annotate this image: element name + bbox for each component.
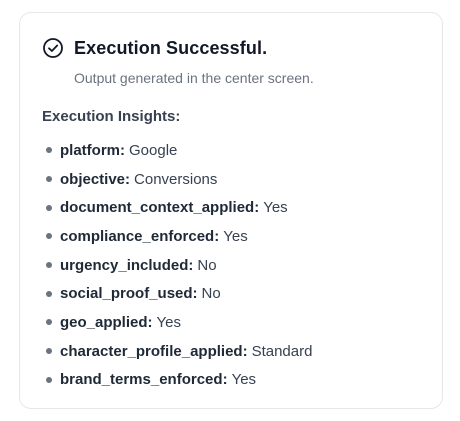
bullet-dot-icon (46, 262, 52, 269)
insight-separator: : (214, 227, 220, 245)
bullet-dot-icon (46, 348, 52, 355)
insight-value: No (197, 256, 217, 274)
insight-value: Yes (263, 199, 288, 217)
card-header: Execution Successful. (42, 37, 267, 59)
insight-separator: : (254, 199, 260, 217)
insight-key: geo_applied (60, 313, 148, 331)
insight-item-urgency-included: urgency_included: No (42, 251, 312, 280)
insight-key: objective (60, 170, 126, 188)
bullet-dot-icon (46, 147, 52, 154)
insight-separator: : (188, 256, 194, 274)
bullet-dot-icon (46, 204, 52, 211)
insight-separator: : (147, 313, 153, 331)
insight-separator: : (125, 170, 131, 188)
execution-status-card: Execution Successful. Output generated i… (19, 12, 443, 409)
insight-item-objective: objective: Conversions (42, 165, 312, 194)
bullet-dot-icon (46, 176, 52, 183)
insight-key: social_proof_used (60, 285, 193, 303)
insight-separator: : (222, 371, 228, 389)
bullet-dot-icon (46, 376, 52, 383)
insight-separator: : (120, 141, 125, 159)
insight-item-social-proof-used: social_proof_used: No (42, 279, 312, 308)
insight-value: Yes (156, 313, 182, 331)
insight-value: No (201, 285, 221, 303)
bullet-dot-icon (46, 233, 52, 240)
insight-value: Yes (231, 371, 257, 389)
insight-key: brand_terms_enforced (60, 371, 223, 389)
insight-item-compliance-enforced: compliance_enforced: Yes (42, 222, 312, 251)
insight-separator: : (192, 285, 198, 303)
insight-value: Conversions (134, 170, 218, 188)
insight-key: platform (60, 141, 120, 159)
insight-value: Yes (223, 227, 248, 245)
insight-key: compliance_enforced (60, 227, 215, 245)
insight-key: urgency_included (60, 256, 189, 274)
insight-key: document_context_applied (60, 199, 255, 217)
insights-heading: Execution Insights: (42, 108, 181, 125)
check-circle-icon (42, 37, 64, 59)
status-title: Execution Successful. (74, 37, 268, 58)
status-subtitle: Output generated in the center screen. (74, 70, 314, 86)
insight-item-brand-terms-enforced: brand_terms_enforced: Yes (42, 366, 312, 395)
bullet-dot-icon (46, 290, 52, 297)
insight-item-document-context-applied: document_context_applied: Yes (42, 193, 312, 222)
insight-separator: : (242, 342, 248, 360)
insight-value: Google (129, 141, 178, 159)
insight-item-character-profile-applied: character_profile_applied: Standard (42, 337, 312, 366)
insight-item-geo-applied: geo_applied: Yes (42, 308, 312, 337)
insight-value: Standard (251, 342, 313, 360)
insight-item-platform: platform: Google (42, 136, 312, 165)
bullet-dot-icon (46, 319, 52, 326)
insight-key: character_profile_applied (60, 342, 243, 360)
insights-list: platform: Google objective: Conversions … (42, 136, 312, 394)
